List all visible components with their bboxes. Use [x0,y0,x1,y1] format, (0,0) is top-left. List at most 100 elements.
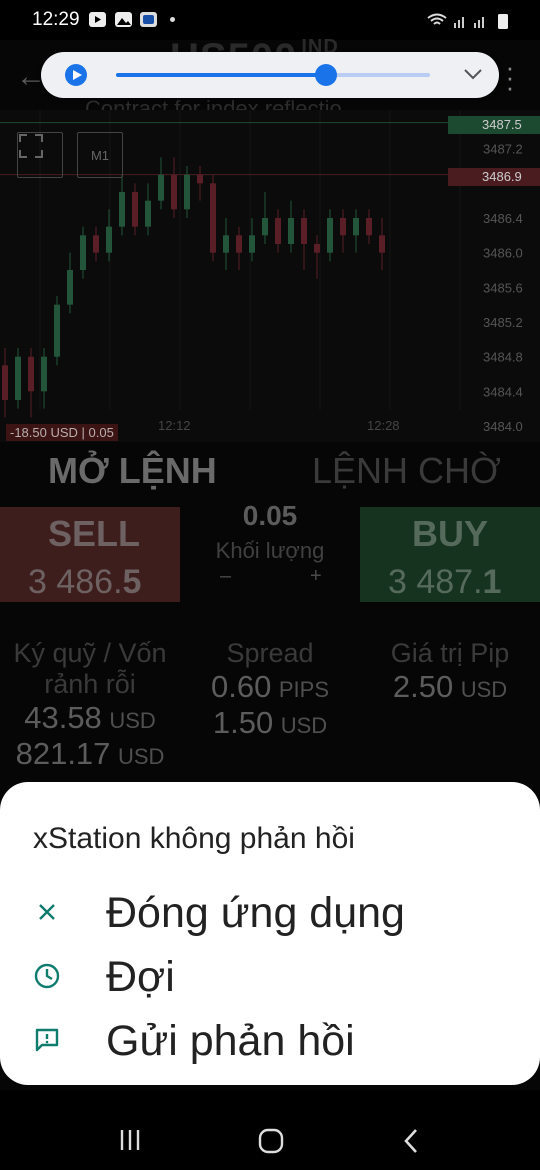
close-app-option[interactable]: Đóng ứng dụng [0,882,540,946]
candle-body [340,218,346,236]
bid-price-tag: 3486.9 [448,168,540,186]
wait-option[interactable]: Đợi [0,946,540,1010]
y-tick-label: 3487.2 [483,142,523,157]
pip-value: 2.50 [392,669,454,704]
buy-label: BUY [412,513,489,554]
margin-stat: Ký quỹ / Vốn rảnh rỗi 43.58 USD 821.17 U… [0,638,180,772]
margin-label: rảnh rỗi [44,669,136,699]
candle-body [288,218,294,244]
volume-control: 0.05 Khối lượng – + [180,500,360,587]
send-feedback-option[interactable]: Gửi phản hồi [0,1010,540,1074]
free-capital-value: 821.17 [15,736,111,771]
home-icon[interactable] [258,1128,284,1154]
fullscreen-icon[interactable] [17,132,63,178]
y-tick-label: 3485.2 [483,315,523,330]
signal-icons [427,13,508,29]
chevron-down-icon[interactable] [461,62,485,86]
candle-body [145,200,151,227]
more-menu-icon[interactable]: · · · [500,54,520,100]
pip-value-label: Giá trị Pip [390,638,510,668]
sell-button[interactable]: SELL 3 486.5 [0,507,180,602]
spread-stat: Spread 0.60 PIPS 1.50 USD [180,638,360,741]
youtube-notification-icon [89,12,106,27]
spread-usd-unit: USD [280,713,328,738]
timeframe-button[interactable]: M1 [77,132,123,178]
app-notification-icon [140,12,157,27]
media-progress-fill [116,73,327,77]
play-icon[interactable] [65,64,87,86]
candle-body [2,365,8,400]
spread-pips-unit: PIPS [278,677,329,702]
y-tick-label: 3484.4 [483,384,523,399]
gallery-notification-icon [115,12,132,27]
ask-price-tag: 3487.5 [448,116,540,134]
sell-label: SELL [48,513,141,554]
media-seek-track[interactable] [116,64,430,86]
position-pnl-label: -18.50 USD | 0.05 [6,424,118,441]
close-icon [39,904,55,920]
candle-body [366,218,372,236]
spread-label: Spread [226,638,314,668]
volume-value[interactable]: 0.05 [180,500,360,532]
status-time: 12:29 [32,9,80,30]
y-tick-label: 3485.6 [483,280,523,295]
feedback-icon [35,1028,59,1052]
app-not-responding-dialog: xStation không phản hồi Đóng ứng dụng Đợ… [0,782,540,1085]
candle-body [223,235,229,253]
x-tick-label: 12:12 [158,418,191,433]
more-notifications-dot [170,17,175,22]
candle-body [210,183,216,253]
volume-plus-button[interactable]: + [310,565,322,588]
candle-body [80,235,86,270]
candle-body [327,218,333,253]
buy-price: 3 487.1 [388,563,502,601]
clock-icon [34,963,60,989]
candle-body [301,218,307,244]
candle-body [171,174,177,210]
wait-label: Đợi [106,953,175,1001]
candle-body [262,218,268,236]
candle-body [93,235,99,253]
margin-label: Ký quỹ / Vốn [13,638,167,668]
y-tick-label: 3484.0 [483,419,523,434]
candle-body [314,244,320,253]
buy-button[interactable]: BUY 3 487.1 [360,507,540,602]
close-app-label: Đóng ứng dụng [106,889,405,937]
y-tick-label: 3484.8 [483,350,523,365]
media-player-bar [41,52,499,98]
candle-body [119,192,125,227]
recent-apps-icon[interactable] [118,1128,142,1152]
candle-body [67,270,73,305]
volume-label: Khối lượng [215,538,325,563]
candle-body [41,356,47,392]
candle-body [132,192,138,227]
candle-body [184,174,190,210]
navigation-bar [0,1090,540,1170]
candle-body [249,235,255,253]
status-bar: 12:29 [0,0,540,40]
candle-body [197,174,203,184]
volume-minus-button[interactable]: – [220,565,231,588]
candle-body [379,235,385,253]
pip-value-stat: Giá trị Pip 2.50 USD [360,638,540,705]
dialog-title: xStation không phản hồi [33,822,355,855]
back-icon[interactable] [402,1128,422,1154]
margin-unit: USD [109,708,156,733]
spread-pips-value: 0.60 [211,669,272,704]
send-feedback-label: Gửi phản hồi [106,1017,355,1065]
candle-body [15,356,21,400]
candle-body [353,218,359,236]
price-chart[interactable]: 3487.2 3486.4 3486.0 3485.6 3485.2 3484.8 3484… [0,110,540,442]
margin-value: 43.58 [24,700,102,735]
sell-price: 3 486.5 [28,563,142,601]
pip-value-unit: USD [460,677,508,702]
candle-body [54,304,60,357]
x-tick-label: 12:28 [367,418,400,433]
free-capital-unit: USD [117,744,165,769]
y-tick-label: 3486.0 [483,246,523,261]
media-seek-knob[interactable] [315,64,338,86]
tab-open-order[interactable]: MỞ LỆNH [48,450,217,492]
tab-pending-order[interactable]: LỆNH CHỜ [312,450,501,492]
candle-body [158,174,164,201]
candle-body [275,218,281,244]
